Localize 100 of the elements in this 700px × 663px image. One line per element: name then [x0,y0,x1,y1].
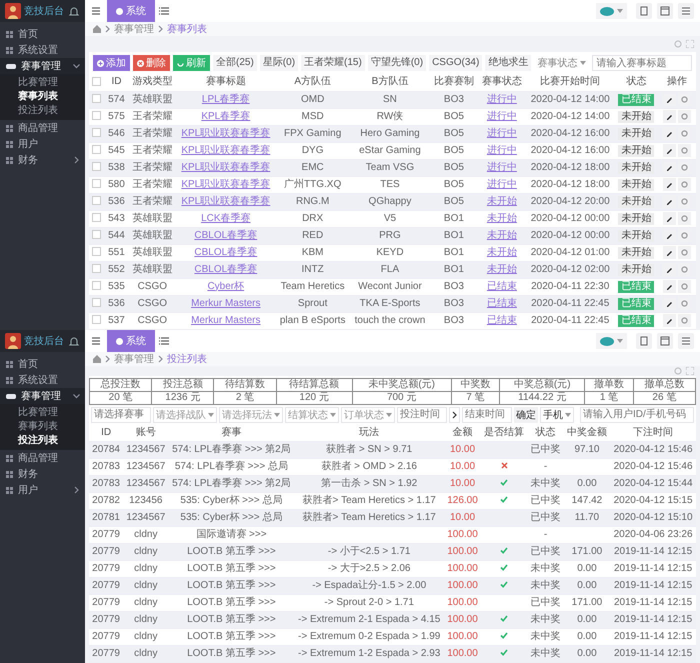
status-select[interactable]: 赛事状态 [534,55,590,71]
checkbox[interactable] [92,230,102,240]
table-cell: 20779 [92,546,120,557]
event-link[interactable]: Merkur Masters [191,314,261,326]
fullscreen-icon[interactable] [686,40,694,48]
input-field[interactable]: 结束时间 [462,406,512,422]
breadcrumb-current[interactable]: 赛事列表 [167,22,207,36]
event-link[interactable]: KPL职业联赛春季赛 [181,144,270,156]
checkbox[interactable] [92,298,102,308]
checkbox[interactable] [92,162,102,172]
select-field[interactable]: 结算状态 [285,406,339,422]
status-badge: 未开始 [618,162,654,174]
sidebar-subitem[interactable]: 比赛管理 [0,406,85,420]
checkbox[interactable] [92,179,102,188]
checkbox[interactable] [92,247,102,256]
table-cell: TES [380,178,400,190]
filter-tab[interactable]: 绝地求生 [485,55,532,71]
status-link[interactable]: 进行中 [486,178,517,190]
event-link[interactable]: KPL职业联赛春季赛 [181,178,270,190]
checkbox[interactable] [92,315,102,324]
column-header: 赛事标题 [206,76,246,88]
sidebar-item[interactable]: 系统设置 [0,372,85,388]
refresh-button[interactable]: 刷新 [173,55,210,71]
status-link[interactable]: 进行中 [486,144,517,156]
status-link[interactable]: 未开始 [486,212,517,224]
select-field[interactable]: 手机 [540,406,574,422]
checkbox[interactable] [92,94,102,104]
pencil-icon[interactable] [663,314,676,327]
event-link[interactable]: CBLOL春季赛 [194,246,258,258]
input-field[interactable]: 请输入用户ID/手机号码 [580,406,694,422]
filter-tab[interactable]: CSGO(34) [429,55,482,71]
filter-tab[interactable]: 守望先锋(0) [368,55,426,71]
sidebar-item[interactable]: 系统设置 [0,42,85,58]
column-header: 账号 [136,426,156,438]
user-menu-button[interactable] [596,3,627,19]
filter-tab[interactable]: 王者荣耀(15) [301,55,365,71]
sidebar-subitem[interactable]: 赛事列表 [0,90,85,104]
sidebar-item[interactable]: 赛事管理 [0,58,85,74]
add-button[interactable]: 添加 [93,55,130,71]
checkbox[interactable] [92,128,102,138]
sidebar-subitem[interactable]: 比赛管理 [0,76,85,90]
breadcrumb-link[interactable]: 赛事管理 [114,352,154,366]
table-cell: 未中奖 [530,580,561,591]
confirm-button[interactable]: 确定 [514,406,538,422]
fullscreen-icon[interactable] [686,366,694,375]
event-link[interactable]: Cyber杯 [207,280,244,292]
pencil-icon[interactable] [663,178,676,191]
status-badge: 未开始 [618,246,654,258]
table-cell: 20781 [92,512,120,523]
select-field[interactable]: 请选择战队 [153,406,217,422]
checkbox[interactable] [92,264,102,274]
filter-tab[interactable]: 星际(0) [260,55,298,71]
checkbox[interactable] [92,281,102,290]
table-cell: 已中奖 [530,512,561,523]
checkbox[interactable] [92,213,102,222]
event-link[interactable]: LCK春季赛 [201,212,251,224]
status-link[interactable]: 进行中 [486,110,517,122]
table-cell: 11.70 [574,512,600,523]
tab[interactable]: 系统 [107,0,155,22]
table-cell: 551 [108,246,125,258]
event-link[interactable]: KPL春季赛 [201,110,250,122]
sidebar-item[interactable]: 首页 [0,356,85,372]
tab[interactable]: 系统 [107,330,155,352]
breadcrumb-link[interactable]: 赛事管理 [114,22,154,36]
status-link[interactable]: 未开始 [486,246,517,258]
pencil-icon[interactable] [663,212,676,225]
sidebar-subitem[interactable]: 赛事列表 [0,420,85,434]
user-menu-button[interactable] [596,333,627,349]
sidebar-subitem[interactable]: 投注列表 [0,434,85,448]
input-field[interactable]: 请选择赛事 [91,406,151,422]
sidebar-item[interactable]: 财务 [0,466,85,482]
sidebar-item[interactable]: 赛事管理 [0,388,85,404]
breadcrumb-current[interactable]: 投注列表 [167,352,207,366]
column-header: 是否结算 [484,426,524,438]
checkbox[interactable] [92,77,102,86]
status-link[interactable]: 已结束 [486,314,517,326]
sidebar-item[interactable]: 用户 [0,482,85,498]
table-cell: 2020-04-12 15:15 [614,495,693,506]
sidebar-item[interactable]: 商品管理 [0,120,85,136]
status-link[interactable]: 已结束 [486,280,517,292]
sidebar-item[interactable]: 财务 [0,152,85,168]
pencil-icon[interactable] [663,246,676,259]
checkbox[interactable] [92,145,102,154]
table-cell: 20783 [92,478,120,489]
select-field[interactable]: 订单状态 [341,406,395,422]
sidebar-item[interactable]: 首页 [0,26,85,42]
select-field[interactable]: 请选择玩法 [219,406,283,422]
input-field[interactable]: 投注时间 [397,406,447,422]
search-field[interactable]: 请输入赛事标题 [592,55,692,71]
checkbox[interactable] [92,196,102,206]
delete-button[interactable]: 删除 [133,55,170,71]
status-badge: 已结束 [618,280,654,292]
pencil-icon[interactable] [663,280,676,293]
sidebar-item[interactable]: 商品管理 [0,450,85,466]
sidebar-subitem[interactable]: 投注列表 [0,104,85,118]
checkbox[interactable] [92,111,102,120]
pencil-icon[interactable] [663,110,676,123]
filter-tab[interactable]: 全部(25) [213,55,257,71]
sidebar-item[interactable]: 用户 [0,136,85,152]
pencil-icon[interactable] [663,144,676,157]
